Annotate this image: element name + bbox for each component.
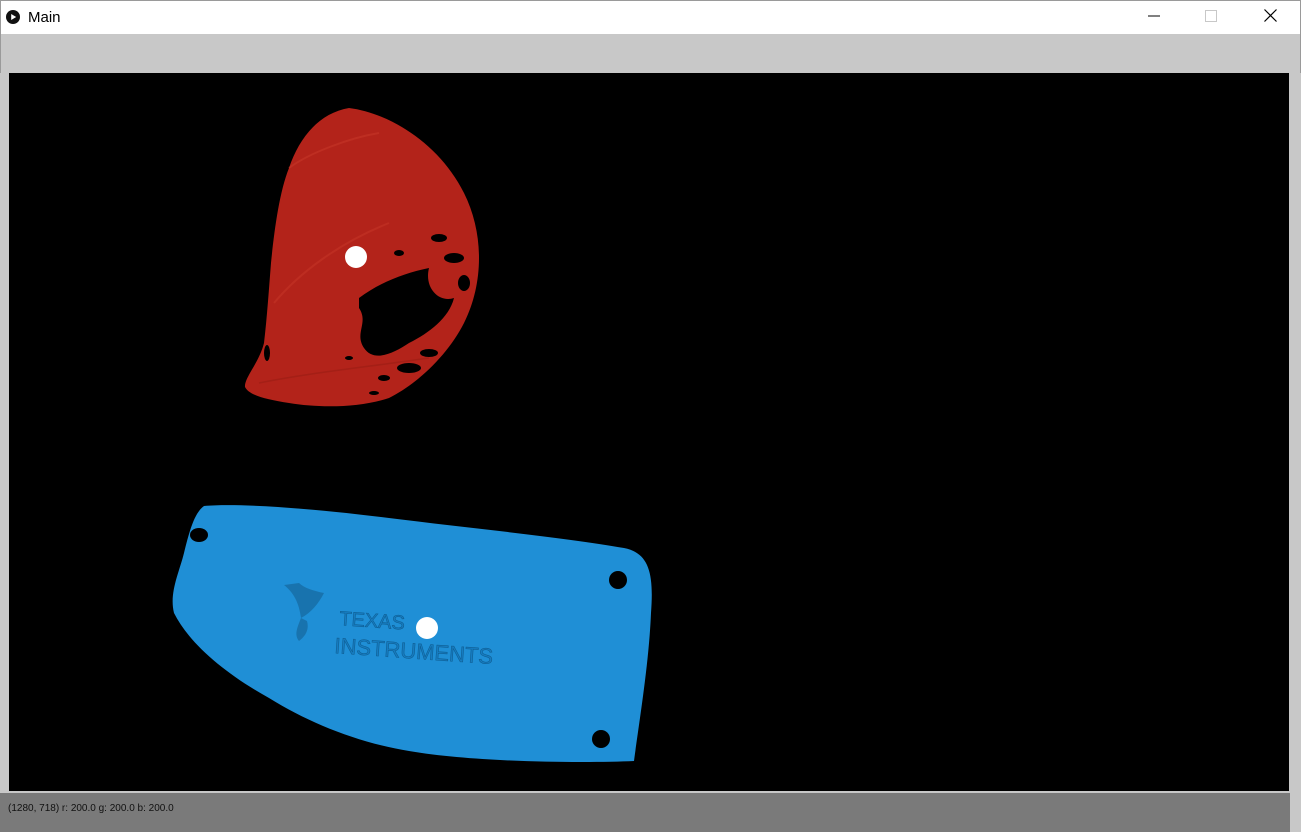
maximize-button[interactable] — [1182, 1, 1240, 34]
maximize-icon — [1205, 9, 1217, 27]
minimize-icon — [1148, 9, 1160, 27]
status-text: (1280, 718) r: 200.0 g: 200.0 b: 200.0 — [8, 803, 174, 814]
window-frame-top — [0, 34, 1301, 73]
image-canvas[interactable]: TEXAS INSTRUMENTS — [9, 73, 1289, 791]
embossed-text-line1: TEXAS — [339, 608, 406, 635]
segmentation-view: TEXAS INSTRUMENTS — [172, 108, 652, 762]
window-frame-corner — [1290, 793, 1301, 832]
red-blob — [244, 108, 479, 407]
status-bar: (1280, 718) r: 200.0 g: 200.0 b: 200.0 — [0, 793, 1290, 832]
blue-blob: TEXAS INSTRUMENTS — [172, 505, 652, 762]
close-button[interactable] — [1241, 1, 1299, 34]
window-title: Main — [28, 9, 61, 26]
close-icon — [1263, 8, 1277, 27]
play-circle-icon — [6, 10, 20, 24]
minimize-button[interactable] — [1125, 1, 1183, 34]
title-bar: Main — [0, 0, 1301, 34]
